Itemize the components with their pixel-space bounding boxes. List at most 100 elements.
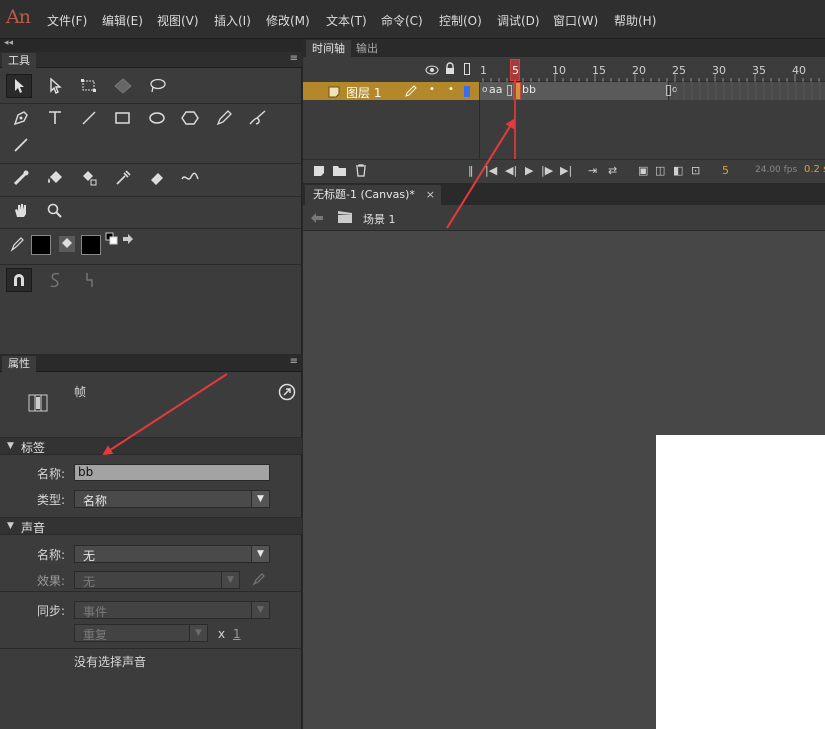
play-icon[interactable]: ▶ bbox=[525, 164, 533, 177]
collapse-panel-icon[interactable]: ◂◂ bbox=[4, 38, 13, 48]
visibility-dot-icon[interactable]: • bbox=[429, 84, 435, 95]
frame-area[interactable]: o aa bb o bbox=[480, 82, 825, 100]
3d-rotation-tool-icon[interactable] bbox=[110, 74, 136, 98]
eyedropper-tool-icon[interactable] bbox=[110, 166, 136, 190]
hand-tool-icon[interactable] bbox=[8, 199, 34, 223]
label-section-header[interactable]: ▼ 标签 bbox=[0, 437, 302, 455]
sound-divider bbox=[0, 591, 302, 592]
repeat-count[interactable]: 1 bbox=[233, 627, 241, 641]
close-icon[interactable]: × bbox=[426, 185, 435, 205]
show-hide-all-icon[interactable] bbox=[425, 64, 439, 78]
sound-effect-select[interactable]: 无 ▼ bbox=[74, 571, 240, 589]
go-first-frame-icon[interactable]: |◀ bbox=[485, 164, 497, 177]
menu-control[interactable]: 控制(O) bbox=[439, 12, 482, 29]
step-back-icon[interactable]: ◀| bbox=[505, 164, 517, 177]
lasso-tool-icon[interactable] bbox=[144, 74, 170, 98]
new-layer-icon[interactable] bbox=[313, 165, 325, 180]
menu-edit[interactable]: 编辑(E) bbox=[102, 12, 143, 29]
menu-file[interactable]: 文件(F) bbox=[47, 12, 87, 29]
go-last-frame-icon[interactable]: ▶| bbox=[560, 164, 572, 177]
width-tool-icon[interactable] bbox=[177, 166, 203, 190]
new-folder-icon[interactable] bbox=[333, 165, 346, 179]
polystar-tool-icon[interactable] bbox=[177, 106, 203, 130]
stage-area[interactable] bbox=[303, 231, 825, 729]
paint-brush-tool-icon[interactable] bbox=[8, 133, 34, 157]
loop-icon[interactable]: ⇥ bbox=[588, 164, 597, 177]
elapsed-time[interactable]: 0.2 s bbox=[804, 164, 825, 175]
help-link-icon[interactable] bbox=[278, 383, 296, 404]
panel-menu-icon[interactable]: ≡ bbox=[290, 53, 298, 64]
timeline-tab-bar: 时间轴 输出 bbox=[303, 39, 825, 57]
rectangle-tool-icon[interactable] bbox=[110, 106, 136, 130]
lock-dot-icon[interactable]: • bbox=[448, 84, 454, 95]
lock-all-icon[interactable] bbox=[444, 62, 456, 78]
oval-tool-icon[interactable] bbox=[144, 106, 170, 130]
swap-colors-icon[interactable] bbox=[119, 230, 137, 248]
menu-modify[interactable]: 修改(M) bbox=[266, 12, 310, 29]
zoom-tool-icon[interactable] bbox=[42, 199, 68, 223]
scene-name[interactable]: 场景 1 bbox=[363, 211, 396, 227]
menu-text[interactable]: 文本(T) bbox=[326, 12, 367, 29]
frame-end-icon bbox=[666, 85, 671, 96]
stage-canvas[interactable] bbox=[656, 435, 825, 729]
pencil-tool-icon[interactable] bbox=[211, 106, 237, 130]
layer-name: 图层 1 bbox=[346, 86, 382, 100]
outline-all-icon[interactable] bbox=[464, 63, 470, 75]
label-type-value: 名称 bbox=[83, 494, 108, 508]
menu-insert[interactable]: 插入(I) bbox=[214, 12, 251, 29]
menu-help[interactable]: 帮助(H) bbox=[614, 12, 656, 29]
onion-handle-icon[interactable]: ‖ bbox=[468, 164, 474, 177]
current-frame-number[interactable]: 5 bbox=[722, 164, 729, 177]
sound-repeat-select[interactable]: 重复 ▼ bbox=[74, 624, 208, 642]
layer-icon bbox=[328, 86, 340, 101]
bone-tool-icon[interactable] bbox=[8, 166, 34, 190]
pencil-edit-icon bbox=[405, 85, 417, 100]
properties-panel-tab[interactable]: 属性 bbox=[2, 356, 36, 372]
sound-name-select[interactable]: 无 ▼ bbox=[74, 545, 270, 563]
tab-output[interactable]: 输出 bbox=[350, 40, 384, 57]
frame-rate[interactable]: 24.00 fps bbox=[755, 165, 797, 175]
free-transform-tool-icon[interactable] bbox=[76, 74, 102, 98]
fill-color-swatch[interactable] bbox=[81, 235, 101, 255]
center-frame-icon[interactable]: ⇄ bbox=[608, 164, 617, 177]
brush-tool-icon[interactable] bbox=[245, 106, 271, 130]
menu-command[interactable]: 命令(C) bbox=[381, 12, 423, 29]
eraser-tool-icon[interactable] bbox=[144, 166, 170, 190]
step-forward-icon[interactable]: |▶ bbox=[541, 164, 553, 177]
smooth-icon[interactable] bbox=[42, 268, 68, 292]
label-type-label: 类型: bbox=[37, 493, 66, 507]
tools-divider bbox=[0, 163, 302, 164]
subselection-tool-icon[interactable] bbox=[42, 74, 68, 98]
text-tool-icon[interactable] bbox=[42, 106, 68, 130]
sound-section-header[interactable]: ▼ 声音 bbox=[0, 517, 302, 535]
frame-label-aa: aa bbox=[489, 83, 503, 96]
label-name-input[interactable]: bb bbox=[74, 464, 270, 481]
tab-timeline[interactable]: 时间轴 bbox=[306, 40, 351, 57]
paint-bucket-tool-icon[interactable] bbox=[42, 166, 68, 190]
ink-bottle-tool-icon[interactable] bbox=[76, 166, 102, 190]
document-tab[interactable]: 无标题-1 (Canvas)* × bbox=[305, 185, 441, 205]
selection-tool-icon[interactable] bbox=[6, 74, 32, 98]
menu-debug[interactable]: 调试(D) bbox=[497, 12, 540, 29]
panel-menu-icon[interactable]: ≡ bbox=[290, 356, 298, 367]
line-tool-icon[interactable] bbox=[76, 106, 102, 130]
back-arrow-icon[interactable] bbox=[311, 212, 323, 226]
delete-icon[interactable] bbox=[355, 164, 367, 180]
straighten-icon[interactable] bbox=[76, 268, 102, 292]
outline-color-icon[interactable] bbox=[464, 86, 470, 97]
menu-window[interactable]: 窗口(W) bbox=[553, 12, 598, 29]
pen-tool-icon[interactable] bbox=[8, 106, 34, 130]
onion-outline-icon[interactable]: ◫ bbox=[655, 164, 665, 177]
label-type-select[interactable]: 名称 ▼ bbox=[74, 490, 270, 508]
onion-skin-icon[interactable]: ▣ bbox=[638, 164, 648, 177]
stroke-color-swatch[interactable] bbox=[31, 235, 51, 255]
menu-view[interactable]: 视图(V) bbox=[157, 12, 199, 29]
sound-sync-select[interactable]: 事件 ▼ bbox=[74, 601, 270, 619]
layer-row[interactable]: 图层 1 • • bbox=[303, 82, 479, 100]
edit-envelope-icon[interactable] bbox=[252, 572, 266, 589]
modify-markers-icon[interactable]: ⊡ bbox=[691, 164, 700, 177]
tools-panel-tab[interactable]: 工具 bbox=[2, 53, 36, 68]
timeline-toolbar: ‖ |◀ ◀| ▶ |▶ ▶| ⇥ ⇄ ▣ ◫ ◧ ⊡ 5 24.00 fps … bbox=[303, 159, 825, 183]
snap-to-objects-icon[interactable] bbox=[6, 268, 32, 292]
edit-multiple-frames-icon[interactable]: ◧ bbox=[673, 164, 683, 177]
